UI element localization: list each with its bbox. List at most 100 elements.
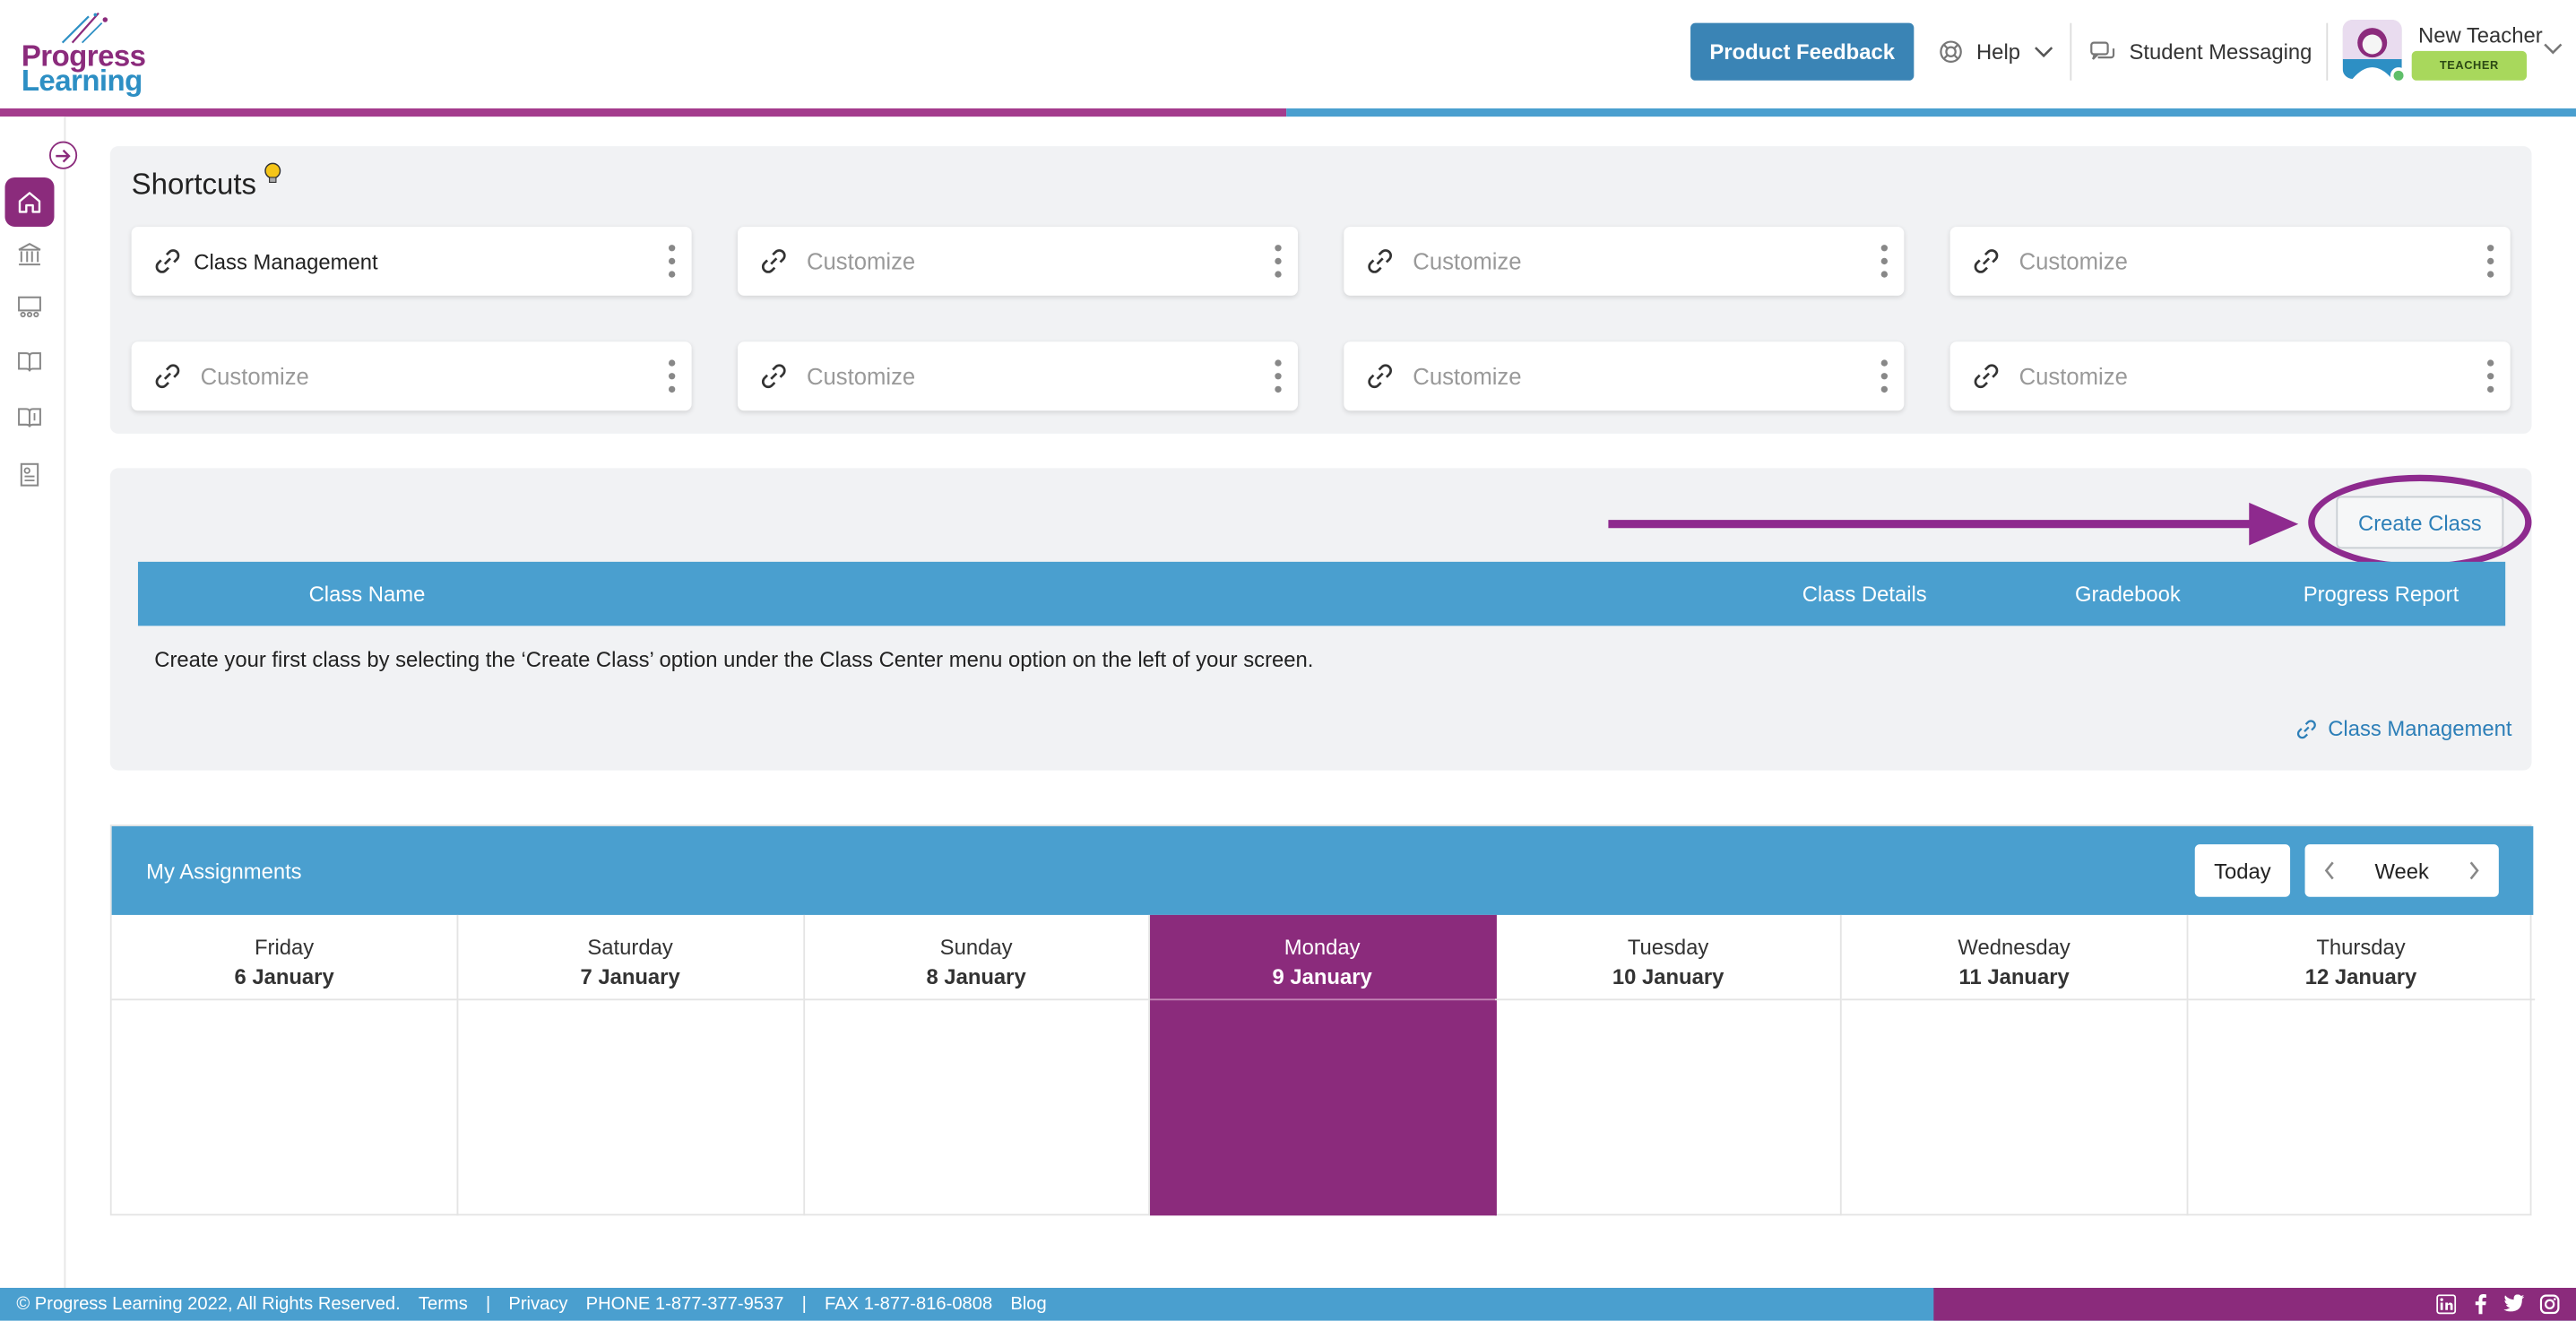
user-role-badge: TEACHER [2411,50,2528,81]
annotation-arrow-icon [1608,502,2299,546]
shortcut-card[interactable]: Customize [737,341,1298,411]
calendar-day[interactable]: Saturday 7 January [457,914,805,1216]
shortcut-label: Customize [806,247,916,275]
calendar-day-today[interactable]: Monday 9 January [1149,914,1497,1216]
chat-bubbles-icon [2090,40,2115,59]
sidebar-item-classroom[interactable] [4,282,54,332]
sidebar-item-gradebook[interactable] [4,393,54,442]
calendar-day[interactable]: Tuesday 10 January [1495,914,1843,1216]
lifebuoy-icon [1940,40,1962,64]
column-class-name[interactable]: Class Name [309,582,426,606]
footer-blog-link[interactable]: Blog [1010,1294,1046,1314]
day-date: 12 January [2304,963,2417,989]
week-navigator: Week [2304,844,2499,897]
shortcut-label: Customize [2018,363,2128,390]
footer-links: © Progress Learning 2022, All Rights Res… [16,1294,1065,1314]
empty-classes-message: Create your first class by selecting the… [154,647,1314,672]
shortcut-label: Customize [2018,247,2128,275]
link-icon [1363,359,1396,393]
instagram-icon[interactable] [2538,1292,2560,1314]
kebab-menu-icon[interactable] [665,359,679,393]
kebab-menu-icon[interactable] [2484,359,2497,393]
calendar-day-header: Wednesday 11 January [1841,915,2187,1001]
today-button[interactable]: Today [2194,844,2291,897]
shortcut-card[interactable]: Customize [1344,226,1905,296]
calendar-day[interactable]: Friday 6 January [111,914,459,1216]
calendar-day-header: Friday 6 January [111,915,457,1001]
facebook-icon[interactable] [2469,1292,2491,1315]
sidebar-item-library[interactable] [4,337,54,386]
product-feedback-button[interactable]: Product Feedback [1690,22,1915,81]
sidebar-item-reports[interactable] [4,450,54,499]
chevron-right-icon[interactable] [2466,859,2482,883]
lightbulb-icon [264,162,281,184]
calendar-day[interactable]: Sunday 8 January [803,914,1151,1216]
footer-separator: | [485,1294,491,1315]
link-icon [1970,359,2003,393]
user-menu[interactable]: New Teacher TEACHER [2342,19,2566,89]
shortcut-card[interactable]: Customize [1344,341,1905,411]
kebab-menu-icon[interactable] [2484,245,2497,278]
sidebar-item-school[interactable] [4,230,54,280]
app-root: Progress Learning Product Feedback Help [0,0,2576,1321]
footer-phone: PHONE 1-877-377-9537 [585,1294,784,1315]
day-name: Monday [1284,934,1361,960]
student-messaging-label: Student Messaging [2129,39,2312,65]
day-name: Saturday [587,934,673,960]
day-name: Sunday [939,934,1013,960]
day-date: 11 January [1958,963,2070,989]
shortcut-card[interactable]: Customize [131,341,692,411]
student-messaging-link[interactable]: Student Messaging [2089,23,2312,81]
gradebook-icon [18,408,41,427]
shortcut-card[interactable]: Customize [1949,226,2511,296]
link-icon [757,245,791,278]
link-icon [151,245,185,278]
footer-privacy-link[interactable]: Privacy [508,1294,567,1314]
kebab-menu-icon[interactable] [665,245,679,278]
sidebar-expand-button[interactable] [48,141,78,169]
shortcut-label: Customize [200,363,309,390]
report-icon [20,462,39,487]
classroom-icon [18,296,41,318]
help-menu[interactable]: Help [1939,23,2053,81]
calendar-day-header: Monday 9 January [1149,915,1495,1001]
shortcuts-panel: Shortcuts Class Management Customize Custo… [109,146,2532,434]
footer-terms-link[interactable]: Terms [419,1294,468,1314]
day-date: 10 January [1612,963,1725,989]
day-name: Wednesday [1958,934,2070,960]
twitter-icon[interactable] [2503,1292,2525,1314]
user-name: New Teacher [2418,22,2543,48]
progress-learning-logo[interactable]: Progress Learning [20,10,151,99]
linkedin-icon[interactable] [2434,1292,2456,1314]
sidebar-item-home[interactable] [4,177,55,227]
kebab-menu-icon[interactable] [1272,245,1285,278]
link-icon [2296,719,2316,738]
calendar-day[interactable]: Thursday 12 January [2187,915,2535,1215]
day-name: Tuesday [1627,934,1709,960]
chevron-down-icon [2544,43,2563,55]
shortcut-card[interactable]: Customize [737,226,1298,296]
calendar-day[interactable]: Wednesday 11 January [1841,914,2189,1216]
classes-panel: Create Class Class Name Class Details Gr… [109,468,2532,771]
shortcut-card[interactable]: Customize [1949,341,2511,411]
create-class-button[interactable]: Create Class [2336,496,2504,549]
link-icon [757,359,791,393]
column-class-details: Class Details [1802,581,1927,607]
shortcut-card[interactable]: Class Management [131,226,692,296]
day-name: Thursday [2316,934,2406,960]
help-label: Help [1975,39,2021,65]
kebab-menu-icon[interactable] [1878,245,1891,278]
class-management-link[interactable]: Class Management [2295,716,2512,741]
class-table-header: Class Name Class Details Gradebook Progr… [137,561,2506,626]
kebab-menu-icon[interactable] [1272,359,1285,393]
footer-fax: FAX 1-877-816-0808 [825,1294,993,1315]
kebab-menu-icon[interactable] [1878,359,1891,393]
link-icon [1970,245,2003,278]
footer-separator: | [801,1294,807,1315]
left-sidebar [0,117,78,1288]
shortcut-label: Customize [806,363,916,390]
link-icon [1363,245,1396,278]
logo-text-learning: Learning [21,64,143,98]
social-links [2434,1292,2560,1315]
school-icon [18,243,41,266]
